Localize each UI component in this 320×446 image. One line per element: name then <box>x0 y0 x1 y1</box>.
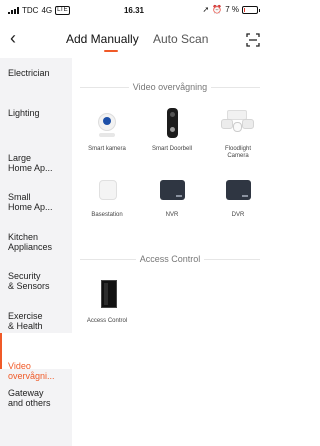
device-nvr[interactable]: NVR <box>143 172 201 219</box>
sidebar-item-label: Exercise & Health <box>8 311 43 331</box>
sidebar-item-label: Lighting <box>8 108 40 118</box>
status-right: ➚ ⏰ 7 % <box>202 5 260 14</box>
section-title-access-control: Access Control <box>72 254 268 264</box>
dvr-icon <box>209 172 267 212</box>
sidebar-item-exercise-health[interactable]: Exercise & Health <box>0 301 72 331</box>
smart-camera-icon <box>78 106 136 146</box>
tab-auto-scan[interactable]: Auto Scan <box>153 32 208 46</box>
sidebar-item-kitchen-appliances[interactable]: Kitchen Appliances <box>0 222 72 252</box>
device-list: Video overvågning Smart kamera Smart Doo… <box>72 58 268 446</box>
battery-level <box>244 7 245 12</box>
device-label: NVR <box>165 212 179 218</box>
tab-add-manually[interactable]: Add Manually <box>66 32 139 46</box>
active-tab-indicator <box>104 50 118 52</box>
sidebar-item-label: Small Home Ap... <box>8 192 53 212</box>
scan-frame-icon[interactable] <box>246 33 260 47</box>
sidebar-item-security-sensors[interactable]: Security & Sensors <box>0 261 72 291</box>
device-label: Access Control <box>86 318 128 324</box>
device-floodlight-camera[interactable]: Floodlight Camera <box>209 106 267 160</box>
section-title-text: Video overvågning <box>128 82 212 92</box>
battery-percent: 7 % <box>225 5 239 14</box>
sidebar-item-small-home-appliances[interactable]: Small Home Ap... <box>0 182 72 212</box>
location-icon: ➚ <box>202 5 210 14</box>
sidebar-item-electrician[interactable]: Electrician <box>0 68 72 88</box>
sidebar-item-label: Electrician <box>8 68 50 78</box>
sidebar-item-video-surveillance[interactable]: Video overvågni... <box>0 333 72 381</box>
doorbell-icon <box>143 106 201 146</box>
sidebar-item-gateway-others[interactable]: Gateway and others <box>0 378 72 408</box>
sidebar-item-lighting[interactable]: Lighting <box>0 108 72 128</box>
device-label: Basestation <box>91 212 123 218</box>
device-label: Smart Doorbell <box>151 146 192 152</box>
sidebar-item-label: Large Home Ap... <box>8 153 53 173</box>
device-label: Smart kamera <box>88 146 126 152</box>
alarm-icon: ⏰ <box>212 5 223 14</box>
device-label: Floodlight Camera <box>224 146 251 159</box>
status-bar: TDC 4G LTE 16.31 ➚ ⏰ 7 % <box>0 0 268 22</box>
device-dvr[interactable]: DVR <box>209 172 267 219</box>
header: ‹ Add Manually Auto Scan <box>0 22 268 58</box>
battery-icon <box>242 5 260 14</box>
basestation-icon <box>78 172 136 212</box>
section-title-video: Video overvågning <box>72 82 268 92</box>
section-title-text: Access Control <box>135 254 205 264</box>
sidebar-item-label: Gateway and others <box>8 388 51 408</box>
device-access-control[interactable]: Access Control <box>78 278 136 325</box>
nvr-icon <box>143 172 201 212</box>
device-label: DVR <box>231 212 245 218</box>
sidebar-item-large-home-appliances[interactable]: Large Home Ap... <box>0 143 72 173</box>
device-basestation[interactable]: Basestation <box>78 172 136 219</box>
access-control-icon <box>78 278 136 318</box>
category-sidebar: Electrician Lighting Large Home Ap... Sm… <box>0 58 72 446</box>
floodlight-camera-icon <box>209 106 267 146</box>
active-item-marker <box>0 333 2 369</box>
sidebar-item-label: Security & Sensors <box>8 271 50 291</box>
sidebar-item-label: Kitchen Appliances <box>8 232 53 252</box>
device-smart-camera[interactable]: Smart kamera <box>78 106 136 153</box>
device-smart-doorbell[interactable]: Smart Doorbell <box>143 106 201 153</box>
chevron-left-icon[interactable]: ‹ <box>10 28 16 48</box>
